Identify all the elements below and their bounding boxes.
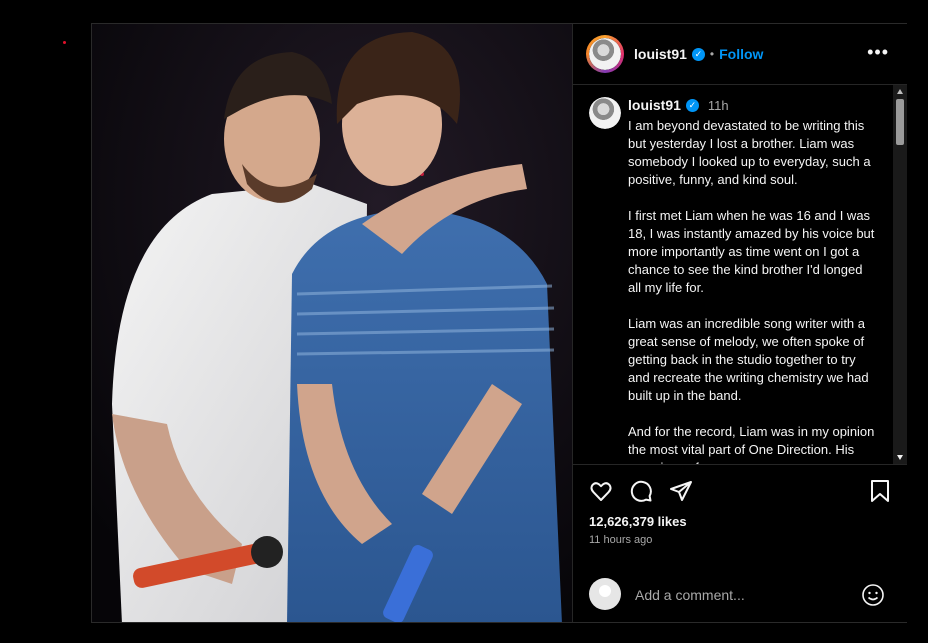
author-avatar[interactable] [586,35,624,73]
likes-count[interactable]: 12,626,379 likes [589,514,687,529]
caption-paragraph: I am beyond devastated to be writing thi… [628,118,871,187]
caption-scroll-area[interactable]: louist91 ✓ 11h I am beyond devastated to… [573,85,907,465]
post-timestamp: 11 hours ago [589,534,653,546]
scroll-up-arrow-icon[interactable] [897,89,903,94]
caption-scrollbar[interactable] [893,85,907,464]
author-username[interactable]: louist91 [634,46,687,62]
caption-username[interactable]: louist91 [628,97,681,113]
post-photo[interactable] [92,24,572,622]
comment-icon[interactable] [629,479,653,508]
photo-illustration [92,24,572,622]
follow-button[interactable]: Follow [719,46,763,62]
action-bar [573,479,907,507]
caption-text: I am beyond devastated to be writing thi… [628,117,878,464]
post-modal: louist91 ✓ • Follow ••• louist91 ✓ 11h I… [91,23,907,623]
caption-paragraph: I first met Liam when he was 16 and I wa… [628,208,875,295]
scroll-thumb[interactable] [896,99,904,145]
post-header: louist91 ✓ • Follow ••• [573,24,907,85]
verified-badge-icon: ✓ [685,98,699,112]
verified-badge-icon: ✓ [691,47,705,61]
comment-input[interactable] [633,584,857,606]
more-options-icon[interactable]: ••• [867,42,889,63]
comment-bar [573,574,907,622]
caption-time: 11h [707,97,729,113]
separator-dot: • [709,47,715,61]
caption-paragraph: And for the record, Liam was in my opini… [628,424,875,464]
share-icon[interactable] [669,479,693,508]
post-sidebar: louist91 ✓ • Follow ••• louist91 ✓ 11h I… [572,24,907,622]
caption-paragraph: Liam was an incredible song writer with … [628,316,869,403]
scroll-down-arrow-icon[interactable] [897,455,903,460]
caption-avatar[interactable] [589,97,621,129]
red-stage-light [63,41,66,44]
bookmark-icon[interactable] [869,479,891,508]
heart-icon[interactable] [589,479,613,508]
smiley-icon[interactable] [861,583,885,612]
viewer-avatar [589,578,621,610]
